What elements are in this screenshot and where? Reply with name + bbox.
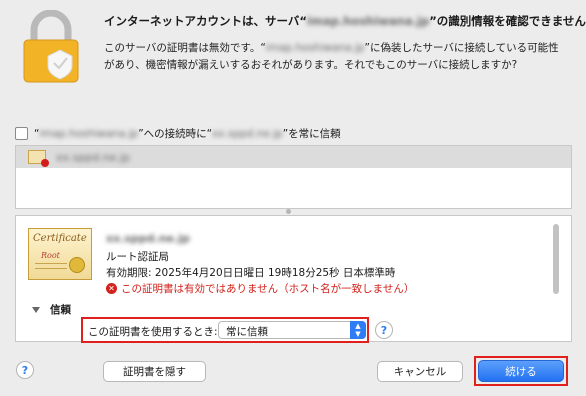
certificate-name: xx.sppd.ne.jp xyxy=(106,232,190,245)
certificate-icon: Certificate Root xyxy=(28,228,92,280)
updown-chevron-icon: ▲ ▼ xyxy=(350,321,366,339)
policy-help-button[interactable]: ? xyxy=(375,321,393,339)
trust-row-suffix: ”を常に信頼 xyxy=(282,128,341,140)
title-suffix: ”の識別情報を確認できません。 xyxy=(429,14,586,28)
trust-disclosure[interactable]: 信頼 xyxy=(32,302,71,317)
disclosure-triangle-icon[interactable] xyxy=(32,306,40,313)
certificate-error-text: この証明書は有効ではありません（ホスト名が一致しません） xyxy=(121,283,415,295)
always-trust-checkbox[interactable] xyxy=(15,127,28,140)
chain-row-selected[interactable]: xx.sppd.ne.jp xyxy=(16,146,571,168)
error-icon: ✕ xyxy=(106,283,117,294)
lock-icon xyxy=(20,9,82,84)
certificate-icon-lines xyxy=(35,263,67,269)
cancel-button[interactable]: キャンセル xyxy=(377,361,463,382)
always-trust-label: “imap.hoshiwana.jp”への接続時に“xx.sppd.ne.jp”… xyxy=(34,126,341,141)
trust-row-middle: ”への接続時に“ xyxy=(138,128,213,140)
server-name: imap.hoshiwana.jp xyxy=(306,14,430,28)
seal-icon xyxy=(69,257,85,273)
policy-select[interactable]: 常に信頼 ▲ ▼ xyxy=(218,321,366,339)
certificate-error: ✕ この証明書は有効ではありません（ホスト名が一致しません） xyxy=(106,281,414,296)
chain-row-label: xx.sppd.ne.jp xyxy=(56,150,130,164)
policy-select-value: 常に信頼 xyxy=(226,326,268,338)
certificate-issuer: ルート認証局 xyxy=(106,251,169,263)
message-server-name: imap.hoshiwana.jp xyxy=(265,42,365,54)
trust-section-label: 信頼 xyxy=(50,304,71,316)
help-icon: ? xyxy=(21,363,29,377)
message-part-1: このサーバの証明書は無効です。“ xyxy=(104,42,266,54)
details-scrollbar[interactable] xyxy=(553,224,559,294)
certificate-expiry: 有効期限: 2025年4月20日日曜日 19時18分25秒 日本標準時 xyxy=(106,267,396,279)
certificate-chain-list[interactable]: xx.sppd.ne.jp xyxy=(15,145,572,209)
invalid-certificate-icon xyxy=(28,150,49,167)
dialog-title: インターネットアカウントは、サーバ“imap.hoshiwana.jp”の識別情… xyxy=(104,13,586,29)
continue-button[interactable]: 続ける xyxy=(478,360,564,382)
hide-certificate-button[interactable]: 証明書を隠す xyxy=(103,361,206,382)
policy-label: この証明書を使用するとき: xyxy=(88,326,218,338)
help-icon: ? xyxy=(380,323,388,337)
always-trust-row[interactable]: “imap.hoshiwana.jp”への接続時に“xx.sppd.ne.jp”… xyxy=(15,126,341,141)
help-button[interactable]: ? xyxy=(16,361,34,379)
title-prefix: インターネットアカウントは、サーバ“ xyxy=(104,14,307,28)
certificate-icon-script-2: Root xyxy=(41,251,60,260)
trust-row-cert-host: xx.sppd.ne.jp xyxy=(212,128,283,140)
dialog-message: このサーバの証明書は無効です。“imap.hoshiwana.jp”に偽装したサ… xyxy=(104,40,564,74)
trust-row-server: imap.hoshiwana.jp xyxy=(39,128,139,140)
certificate-icon-script: Certificate xyxy=(33,233,87,244)
splitter-handle[interactable] xyxy=(286,209,291,214)
